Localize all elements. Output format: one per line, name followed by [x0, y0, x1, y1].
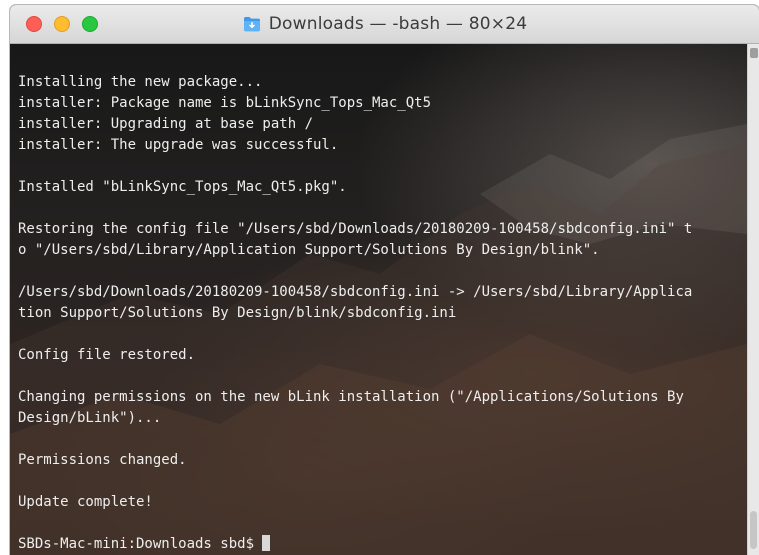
terminal-line: Permissions changed. [18, 452, 187, 468]
prompt-line[interactable]: SBDs-Mac-mini:Downloads sbd$ [18, 534, 692, 555]
terminal-line: /Users/sbd/Downloads/20180209-100458/sbd… [18, 284, 693, 300]
folder-icon [242, 14, 262, 34]
terminal-line: Installed "bLinkSync_Tops_Mac_Qt5.pkg". [18, 179, 347, 195]
terminal-line: Restoring the config file "/Users/sbd/Do… [18, 221, 693, 237]
window-title: Downloads — -bash — 80×24 [268, 14, 528, 34]
scrollbar-thumb[interactable] [750, 511, 757, 549]
shell-prompt: SBDs-Mac-mini:Downloads sbd$ [18, 536, 255, 552]
terminal-lines: Installing the new package... installer:… [18, 72, 692, 555]
window-title-area: Downloads — -bash — 80×24 [10, 5, 759, 43]
terminal-line: installer: Package name is bLinkSync_Top… [18, 95, 432, 111]
terminal-line: tion Support/Solutions By Design/blink/s… [18, 305, 457, 321]
terminal-line: Installing the new package... [18, 74, 263, 90]
vertical-scrollbar[interactable] [747, 44, 759, 555]
terminal-output[interactable]: Installing the new package... installer:… [10, 44, 747, 555]
terminal-line: Config file restored. [18, 347, 196, 363]
scrollbar-top-handle[interactable] [750, 48, 758, 58]
terminal-line: Changing permissions on the new bLink in… [18, 389, 684, 405]
terminal-line: Design/bLink")... [18, 410, 162, 426]
text-cursor [262, 535, 271, 551]
title-bar[interactable]: Downloads — -bash — 80×24 [10, 5, 759, 44]
terminal-window: Downloads — -bash — 80×24 Installing the… [10, 5, 759, 555]
terminal-line: installer: The upgrade was successful. [18, 137, 339, 153]
terminal-line: installer: Upgrading at base path / [18, 116, 314, 132]
terminal-line: o "/Users/sbd/Library/Application Suppor… [18, 242, 600, 258]
terminal-line: Update complete! [18, 494, 153, 510]
